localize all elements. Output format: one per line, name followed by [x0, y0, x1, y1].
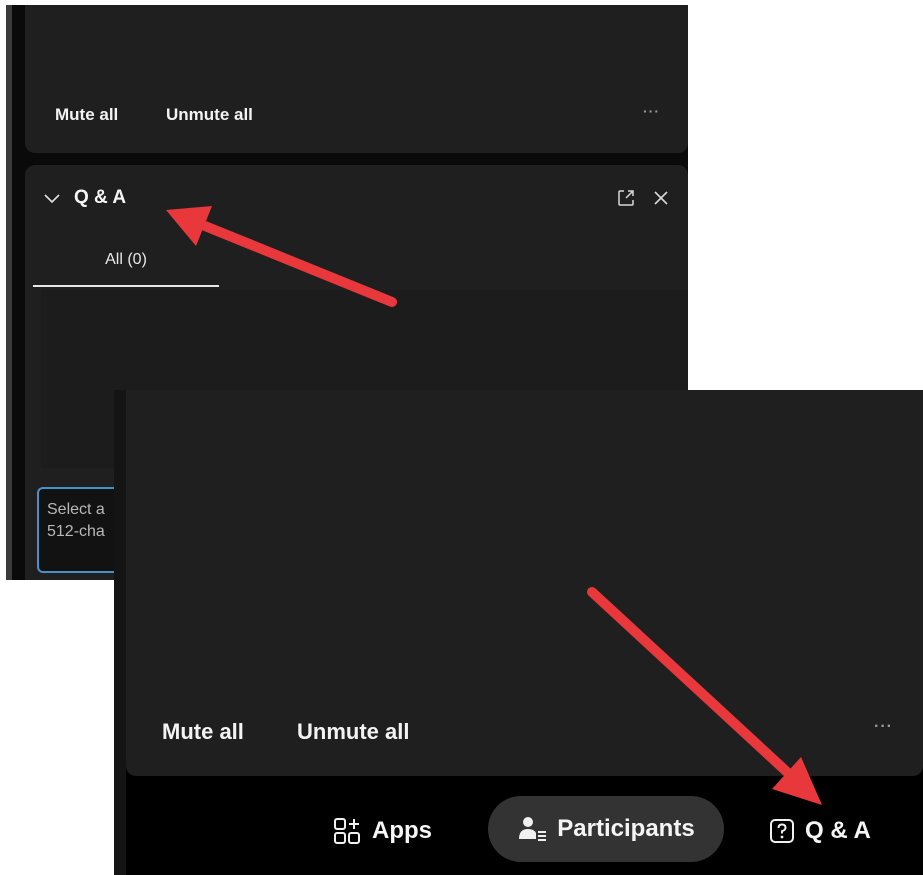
participants-label: Participants: [557, 815, 695, 842]
chevron-down-icon[interactable]: [43, 191, 61, 205]
mute-all-button[interactable]: Mute all: [162, 719, 244, 745]
more-options-button[interactable]: ···: [643, 103, 660, 119]
apps-icon: [334, 818, 360, 844]
window-edge: [6, 5, 12, 580]
qa-panel-title: Q & A: [74, 187, 127, 208]
bottom-screenshot: Mute all Unmute all ··· Apps Participant…: [114, 390, 923, 875]
participants-icon: [519, 817, 547, 841]
unmute-all-button[interactable]: Unmute all: [297, 719, 409, 745]
unmute-all-button[interactable]: Unmute all: [166, 105, 253, 125]
participants-panel-footer: Mute all Unmute all ···: [126, 390, 923, 776]
tab-all[interactable]: All (0): [33, 245, 219, 285]
mute-all-button[interactable]: Mute all: [55, 105, 118, 125]
apps-button[interactable]: Apps: [332, 798, 432, 864]
close-icon[interactable]: [652, 189, 670, 207]
qa-button[interactable]: Q & A: [769, 798, 871, 864]
window-edge: [114, 390, 126, 875]
more-options-button[interactable]: ···: [874, 718, 893, 736]
participants-panel-footer: Mute all Unmute all ···: [25, 5, 688, 153]
question-mark-icon: [770, 819, 794, 843]
apps-label: Apps: [372, 817, 432, 844]
pop-out-icon[interactable]: [616, 188, 636, 208]
tab-active-indicator: [33, 285, 219, 287]
participants-button[interactable]: Participants: [488, 796, 724, 862]
qa-label: Q & A: [805, 817, 871, 844]
